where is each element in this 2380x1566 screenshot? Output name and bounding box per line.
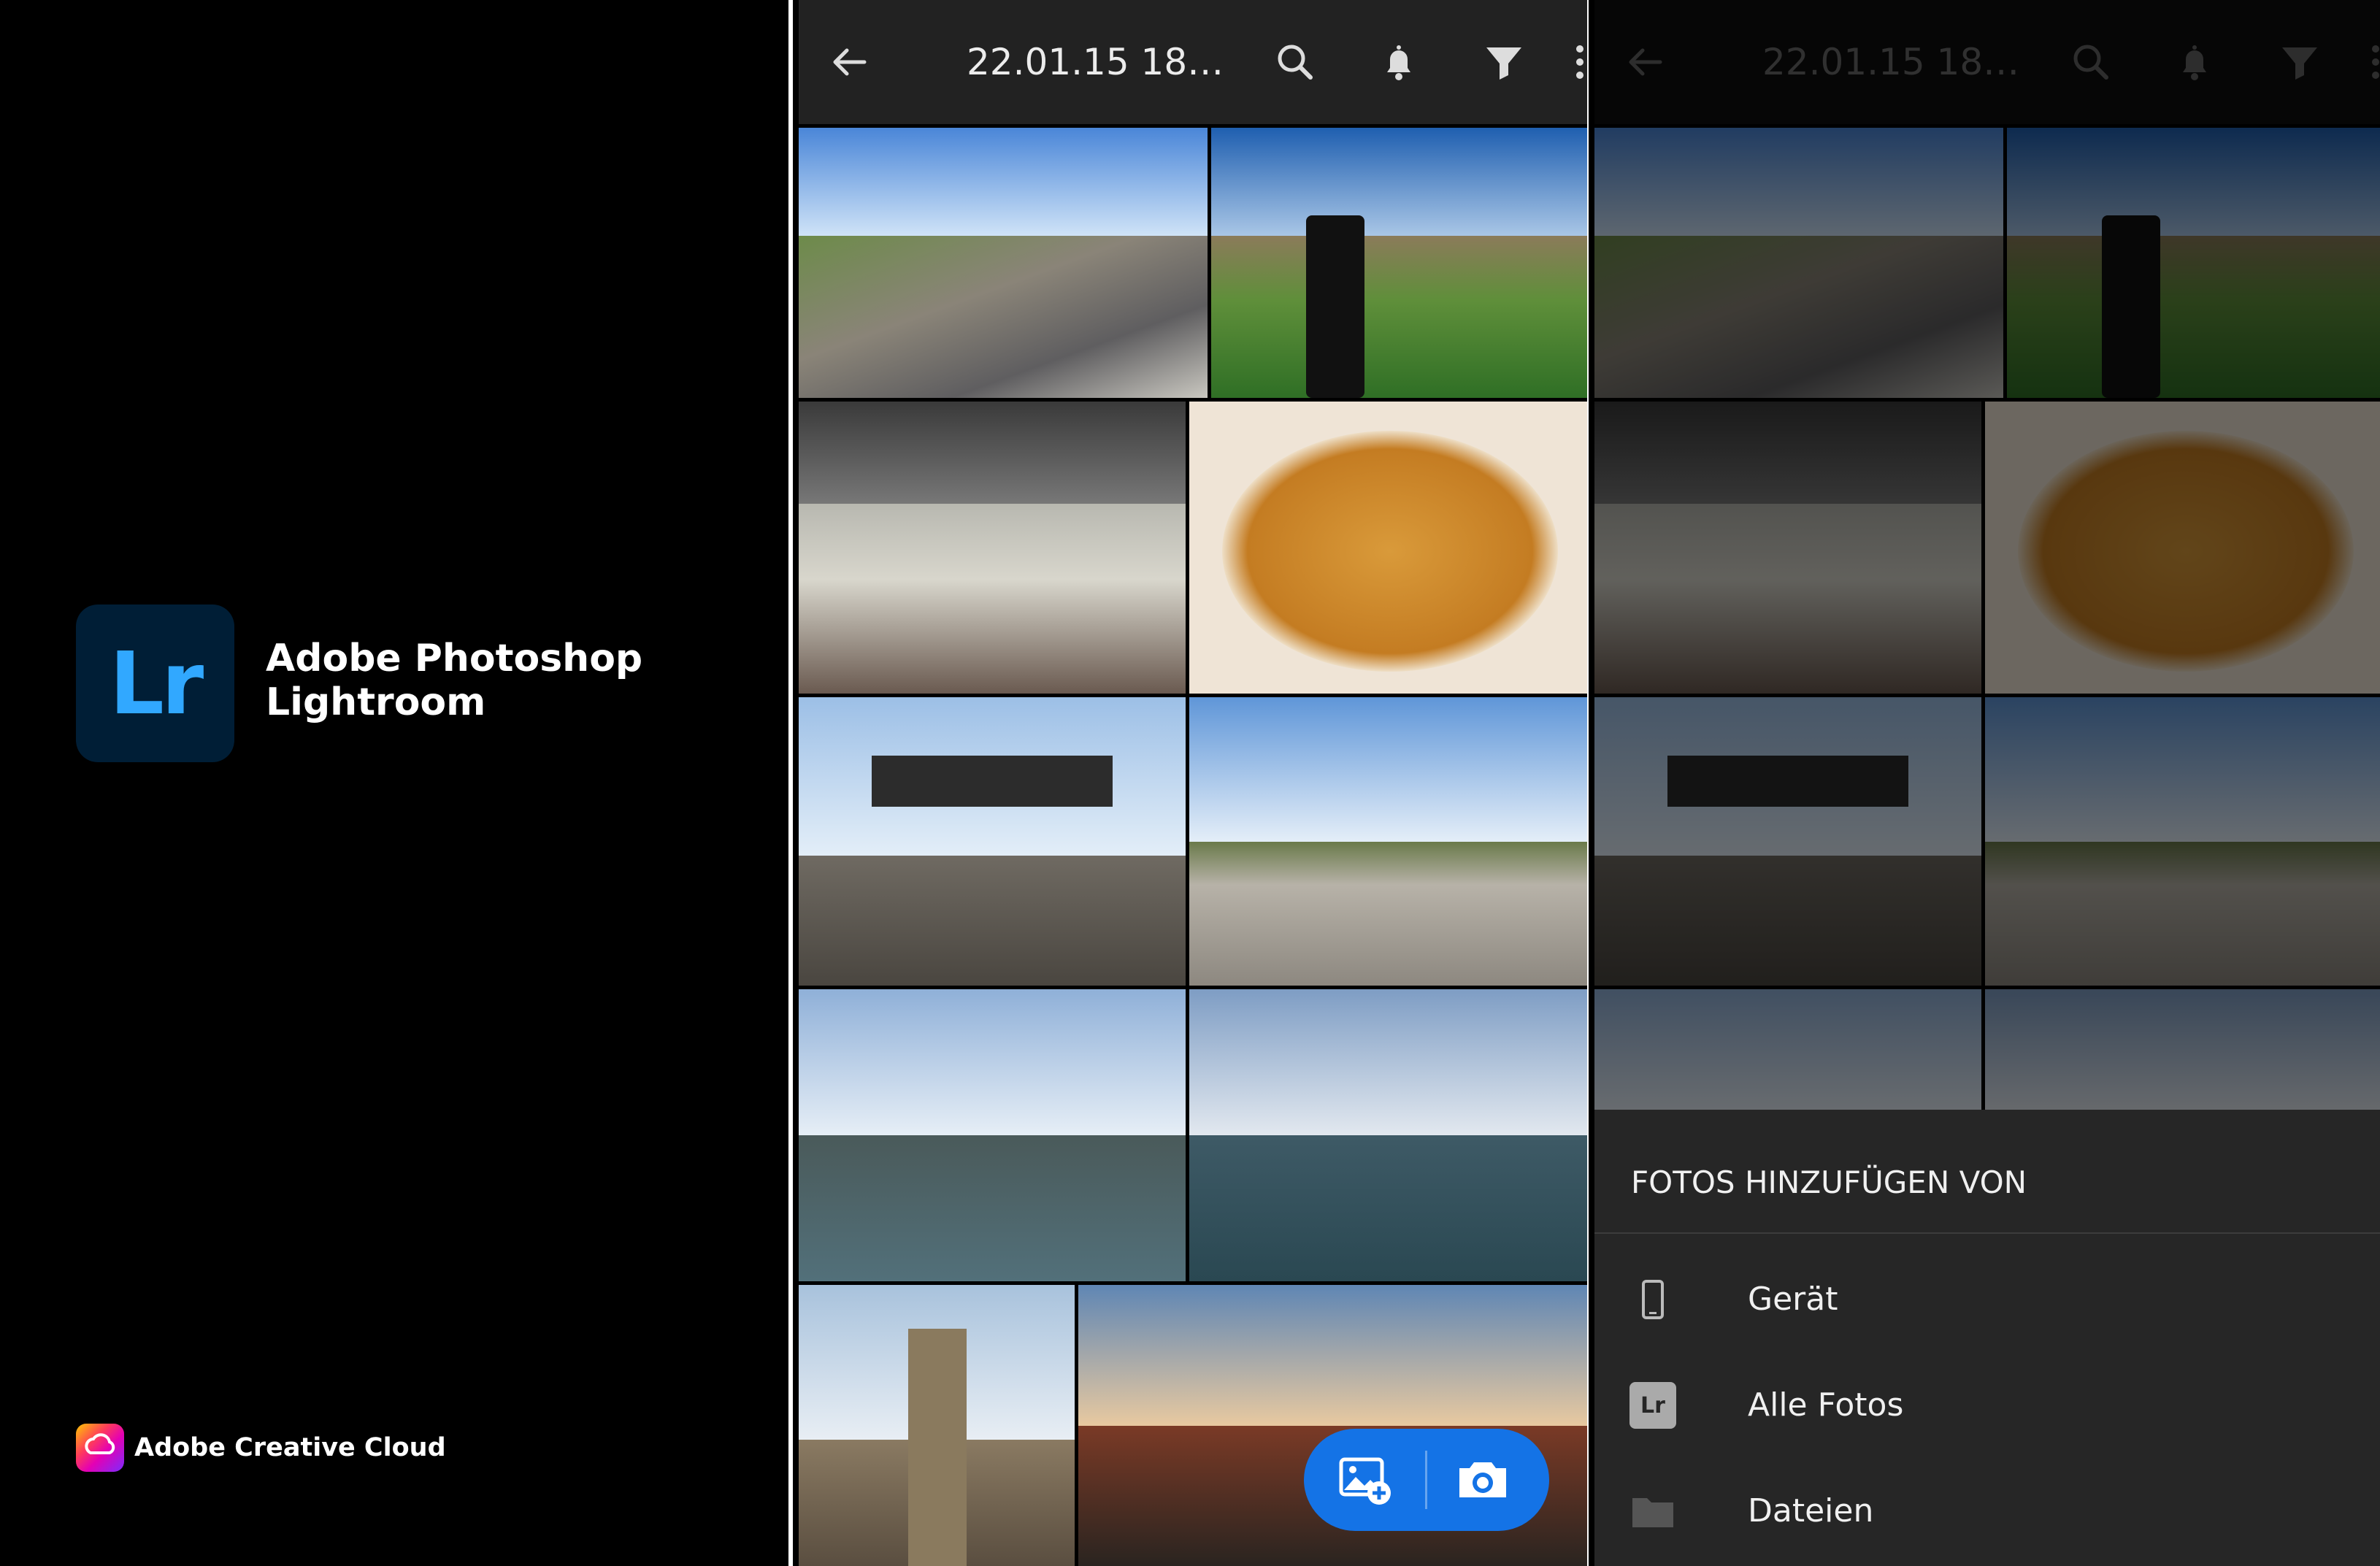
sheet-item-all-photos[interactable]: Lr Alle Fotos <box>1594 1354 2380 1456</box>
lightroom-logo-text: Lr <box>109 633 204 734</box>
top-app-bar: 22.01.15 18… <box>799 0 1587 124</box>
search-icon[interactable] <box>1266 33 1324 91</box>
sheet-item-label: Dateien <box>1748 1492 1874 1529</box>
app-name-line2: Lightroom <box>266 680 486 724</box>
camera-icon[interactable] <box>1450 1451 1516 1509</box>
add-photos-sheet-screen: 22.01.15 18… <box>1589 0 2380 1566</box>
lightroom-icon-text: Lr <box>1629 1382 1676 1429</box>
add-photos-bottom-sheet: FOTOS HINZUFÜGEN VON Gerät Lr Alle Fotos… <box>1594 1110 2380 1566</box>
sheet-item-label: Gerät <box>1748 1281 1838 1318</box>
album-title: 22.01.15 18… <box>967 41 1224 83</box>
sheet-item-label: Alle Fotos <box>1748 1386 1904 1424</box>
photo-thumbnail[interactable] <box>1189 402 1587 694</box>
album-grid-screen: 22.01.15 18… <box>793 0 1587 1566</box>
splash-screen: Lr Adobe Photoshop Lightroom Adobe Creat… <box>0 0 788 1566</box>
app-name-line1: Adobe Photoshop <box>266 637 643 680</box>
fab-divider <box>1425 1451 1427 1509</box>
photo-grid <box>799 128 1587 1566</box>
photo-thumbnail[interactable] <box>1189 989 1587 1281</box>
photo-thumbnail[interactable] <box>799 989 1186 1281</box>
sheet-divider <box>1594 1232 2380 1234</box>
sheet-item-device[interactable]: Gerät <box>1594 1248 2380 1351</box>
photo-thumbnail[interactable] <box>799 128 1208 398</box>
back-arrow-icon[interactable] <box>821 33 879 91</box>
scrim-overlay[interactable] <box>1589 0 2380 1110</box>
photo-thumbnail[interactable] <box>799 1285 1075 1566</box>
lightroom-icon: Lr <box>1624 1376 1682 1435</box>
more-vertical-icon[interactable] <box>1565 33 1587 91</box>
sheet-title: FOTOS HINZUFÜGEN VON <box>1631 1164 2027 1200</box>
creative-cloud-icon <box>76 1424 124 1472</box>
brand-label: Adobe Creative Cloud <box>134 1433 446 1462</box>
sheet-item-files[interactable]: Dateien <box>1594 1460 2380 1562</box>
folder-icon <box>1624 1482 1682 1540</box>
photo-thumbnail[interactable] <box>799 402 1186 694</box>
photo-thumbnail[interactable] <box>799 697 1186 986</box>
bell-icon[interactable] <box>1370 33 1428 91</box>
add-photo-icon[interactable] <box>1333 1451 1399 1509</box>
photo-thumbnail[interactable] <box>1211 128 1587 398</box>
lightroom-logo-icon: Lr <box>76 604 234 762</box>
photo-thumbnail[interactable] <box>1189 697 1587 986</box>
phone-device-icon <box>1624 1270 1682 1329</box>
add-photos-fab[interactable] <box>1304 1429 1549 1531</box>
filter-icon[interactable] <box>1475 33 1533 91</box>
